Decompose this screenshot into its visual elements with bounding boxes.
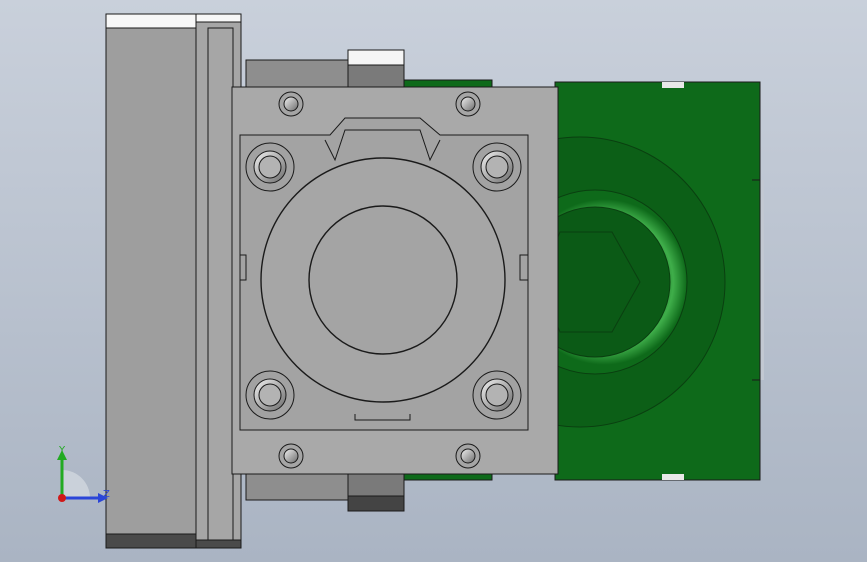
top-mount-block[interactable] — [245, 49, 405, 91]
screw-top-left[interactable] — [278, 91, 304, 117]
screw-bottom-right[interactable] — [455, 443, 481, 469]
motor-body[interactable] — [105, 13, 242, 549]
screw-bottom-left[interactable] — [278, 443, 304, 469]
origin-dot — [58, 494, 66, 502]
cad-model[interactable] — [0, 0, 867, 562]
orientation-triad: Y Z — [57, 445, 110, 503]
y-axis-label: Y — [58, 445, 66, 456]
bottom-mount-block[interactable] — [245, 471, 405, 512]
graphics-viewport[interactable]: Y Z — [0, 0, 867, 562]
bolt-boss-top-right[interactable] — [472, 142, 522, 192]
bolt-boss-bottom-right[interactable] — [472, 370, 522, 420]
screw-top-right[interactable] — [455, 91, 481, 117]
z-axis-label: Z — [103, 489, 110, 500]
bolt-boss-top-left[interactable] — [245, 142, 295, 192]
bolt-boss-bottom-left[interactable] — [245, 370, 295, 420]
